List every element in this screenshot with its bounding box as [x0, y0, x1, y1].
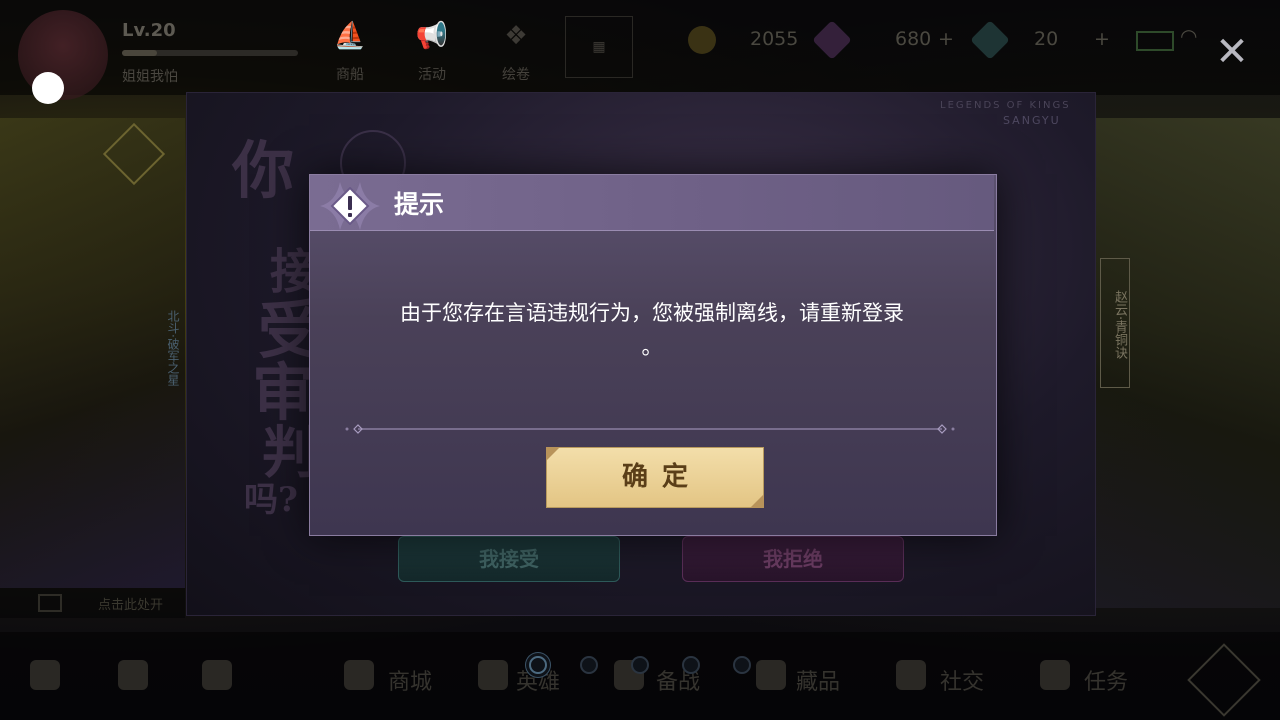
- bottom-nav-shop[interactable]: 商城: [388, 664, 432, 696]
- bottom-nav-task[interactable]: 任务: [1084, 664, 1128, 696]
- megaphone-icon[interactable]: 📢: [402, 16, 462, 56]
- battery-icon: [1136, 31, 1174, 51]
- top-bar: [0, 0, 1280, 95]
- bottom-nav-collection[interactable]: 藏品: [796, 664, 840, 696]
- gold-coin-icon: [688, 26, 716, 54]
- warning-icon: [320, 182, 380, 230]
- close-icon[interactable]: ✕: [1210, 30, 1254, 74]
- reject-button[interactable]: 我拒绝: [682, 536, 904, 582]
- token-amount: 20: [1034, 28, 1059, 50]
- dialog-title: 提示: [394, 190, 445, 219]
- bottom-nav-social[interactable]: 社交: [940, 664, 984, 696]
- player-level: Lv.20: [122, 20, 176, 41]
- confirm-button[interactable]: 确定: [546, 447, 764, 508]
- friends-icon[interactable]: [30, 660, 60, 690]
- player-nickname: 姐姐我怕: [122, 69, 178, 85]
- social-icon[interactable]: [896, 660, 926, 690]
- ship-icon[interactable]: ⛵: [320, 16, 380, 56]
- event-headline-char: 吗?: [244, 480, 298, 520]
- top-nav-label-scroll[interactable]: 绘卷: [486, 64, 546, 84]
- floating-assist-dot[interactable]: [32, 72, 64, 104]
- add-token-icon[interactable]: +: [1094, 28, 1110, 50]
- dialog-divider: [345, 424, 955, 434]
- collection-icon[interactable]: [756, 660, 786, 690]
- mail-icon[interactable]: [118, 660, 148, 690]
- left-banner-label: 北斗·破军之星: [166, 310, 180, 386]
- hero-icon[interactable]: [478, 660, 508, 690]
- event-headline-char: 你: [232, 134, 295, 207]
- right-banner-label: 赵云·青铜诀: [1100, 258, 1130, 388]
- button-corner-decoration: [750, 494, 764, 508]
- gem-amount: 680: [895, 28, 932, 50]
- scroll-icon[interactable]: ❖: [486, 16, 546, 56]
- wifi-icon: ◠: [1180, 24, 1198, 48]
- page-indicator-dot[interactable]: [733, 656, 751, 674]
- event-brand-line1: LEGENDS OF KINGS: [940, 100, 1071, 111]
- gold-amount: 2055: [750, 28, 799, 50]
- dialog-message: 由于您存在言语违规行为，您被强制离线，请重新登录 。: [340, 296, 964, 364]
- add-gem-icon[interactable]: +: [938, 28, 954, 50]
- event-brand-line2: SANGYU: [1003, 114, 1061, 127]
- dialog-message-line2: 。: [641, 335, 663, 359]
- exp-bar: [122, 50, 298, 56]
- accept-button[interactable]: 我接受: [398, 536, 620, 582]
- dialog-message-line1: 由于您存在言语违规行为，您被强制离线，请重新登录: [400, 301, 904, 325]
- shop-icon[interactable]: [344, 660, 374, 690]
- chat-placeholder: 点击此处开: [98, 598, 164, 613]
- page-indicator-dot[interactable]: [682, 656, 700, 674]
- page-indicator-dot[interactable]: [631, 656, 649, 674]
- gift-pack-icon[interactable]: ▦: [565, 16, 633, 78]
- button-corner-decoration: [546, 447, 560, 461]
- page-indicator-dot[interactable]: [580, 656, 598, 674]
- page-indicator-dot[interactable]: [529, 656, 547, 674]
- top-nav-label-event[interactable]: 活动: [402, 64, 462, 84]
- task-icon[interactable]: [1040, 660, 1070, 690]
- top-nav-label-ship[interactable]: 商船: [320, 64, 380, 84]
- team-icon[interactable]: [202, 660, 232, 690]
- chat-icon[interactable]: [38, 594, 62, 612]
